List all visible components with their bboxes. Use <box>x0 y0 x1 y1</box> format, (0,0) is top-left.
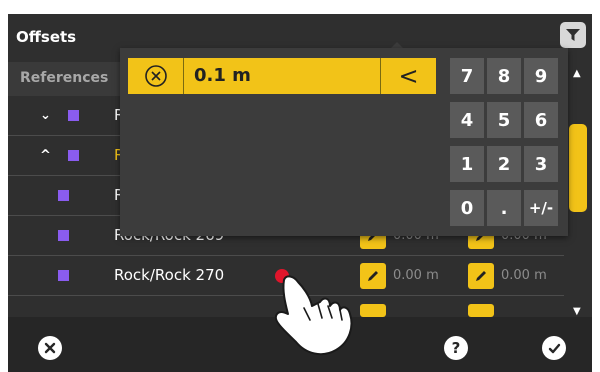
offset2-value: 0.00 m <box>501 268 547 283</box>
key-plus-minus[interactable]: +/- <box>524 190 558 226</box>
pencil-icon <box>476 271 486 281</box>
close-icon <box>44 342 56 354</box>
help-button[interactable]: ? <box>444 336 468 360</box>
key-0[interactable]: 0 <box>450 190 484 226</box>
key-9[interactable]: 9 <box>524 58 558 94</box>
scroll-up-icon[interactable]: ▲ <box>573 68 581 79</box>
key-8[interactable]: 8 <box>487 58 521 94</box>
key-6[interactable]: 6 <box>524 102 558 138</box>
page-title: Offsets <box>16 28 77 46</box>
offset1-value: 0.00 m <box>393 268 439 283</box>
row-label: Rock/Rock 270 <box>114 266 225 284</box>
filter-icon <box>566 29 580 41</box>
chevron-down-icon[interactable]: ⌄ <box>40 108 51 123</box>
edit-offset2-button[interactable] <box>468 263 494 289</box>
numeric-keypad: 0.1 m < 7 8 9 4 5 6 1 2 3 0 . +/- <box>120 48 568 236</box>
cancel-button[interactable] <box>38 336 62 360</box>
key-5[interactable]: 5 <box>487 102 521 138</box>
value-entry-field[interactable]: 0.1 m < <box>128 58 436 94</box>
key-decimal[interactable]: . <box>487 190 521 226</box>
key-3[interactable]: 3 <box>524 146 558 182</box>
color-swatch <box>58 230 69 241</box>
chevron-up-icon[interactable]: ^ <box>40 148 51 163</box>
backspace-button[interactable]: < <box>380 58 436 94</box>
check-icon <box>548 343 560 353</box>
filter-button[interactable] <box>560 22 586 48</box>
clear-circle-icon <box>144 65 167 87</box>
key-4[interactable]: 4 <box>450 102 484 138</box>
key-7[interactable]: 7 <box>450 58 484 94</box>
color-swatch <box>68 110 79 121</box>
clear-button[interactable] <box>128 58 184 94</box>
color-swatch <box>58 270 69 281</box>
tap-gesture-hand-icon <box>274 269 353 356</box>
edit-offset1-button[interactable] <box>360 263 386 289</box>
scrollbar-thumb[interactable] <box>569 124 587 212</box>
color-swatch <box>68 150 79 161</box>
scroll-down-icon[interactable]: ▼ <box>573 306 581 317</box>
key-2[interactable]: 2 <box>487 146 521 182</box>
entry-value: 0.1 m <box>194 65 251 86</box>
references-label: References <box>20 70 109 86</box>
pencil-icon <box>368 271 378 281</box>
edit-button-partial[interactable] <box>468 304 494 317</box>
accept-button[interactable] <box>542 336 566 360</box>
color-swatch <box>58 190 69 201</box>
key-1[interactable]: 1 <box>450 146 484 182</box>
edit-button-partial[interactable] <box>360 304 386 317</box>
